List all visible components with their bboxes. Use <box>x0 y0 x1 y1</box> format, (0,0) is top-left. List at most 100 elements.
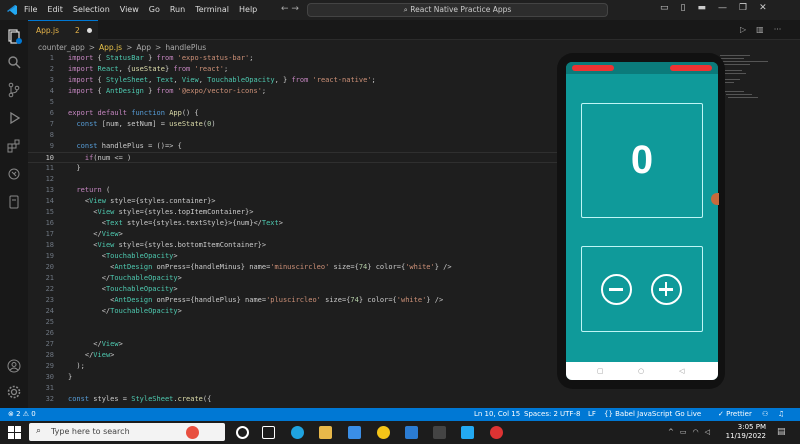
code-line[interactable]: 10 if(num <= ) <box>28 152 568 163</box>
unsaved-dot-icon[interactable] <box>87 28 92 33</box>
menu-go[interactable]: Go <box>149 5 160 14</box>
back-arrow-icon[interactable]: ← <box>281 4 289 14</box>
code-line[interactable]: 11 } <box>28 163 568 174</box>
remote-explorer-icon[interactable] <box>6 166 22 182</box>
tray-wifi-icon[interactable]: ◠ <box>693 428 699 436</box>
chrome-icon[interactable] <box>377 426 390 439</box>
vscode-taskbar-icon[interactable] <box>461 426 474 439</box>
accounts-icon[interactable]: ⚇ <box>762 410 768 418</box>
breadcrumb-file[interactable]: App.js <box>99 43 122 52</box>
tab-app-js[interactable]: App.js 2 <box>28 20 98 40</box>
cortana-icon[interactable] <box>236 426 249 439</box>
menu-edit[interactable]: Edit <box>47 5 63 14</box>
prettier[interactable]: ✓ Prettier <box>718 410 752 418</box>
notifications-bell-icon[interactable]: ♫ <box>778 410 784 418</box>
end-of-line[interactable]: LF <box>588 410 596 418</box>
search-icon[interactable] <box>6 54 22 70</box>
code-line[interactable]: 29 ); <box>28 361 568 372</box>
menu-file[interactable]: File <box>24 5 37 14</box>
menu-run[interactable]: Run <box>170 5 185 14</box>
code-line[interactable]: 9 const handlePlus = ()=> { <box>28 141 568 152</box>
code-line[interactable]: 1 import { StatusBar } from 'expo-status-… <box>28 53 568 64</box>
testing-icon[interactable] <box>6 194 22 210</box>
minimap[interactable] <box>720 53 790 113</box>
settings-gear-icon[interactable] <box>6 384 22 400</box>
edge-icon[interactable] <box>291 426 304 439</box>
windows-start-icon[interactable] <box>8 426 21 439</box>
go-live[interactable]: Go Live <box>675 410 701 418</box>
code-line[interactable]: 13 return ( <box>28 185 568 196</box>
code-line[interactable]: 24 </TouchableOpacity> <box>28 306 568 317</box>
code-line[interactable]: 27 </View> <box>28 339 568 350</box>
command-center[interactable]: ⌕ React Native Practice Apps <box>307 3 608 17</box>
close-icon[interactable]: ✕ <box>759 3 767 13</box>
tray-volume-icon[interactable]: ◁ <box>705 428 710 436</box>
minus-circle-icon[interactable] <box>601 274 632 305</box>
code-line[interactable]: 20 <AntDesign onPress={handleMinus} name… <box>28 262 568 273</box>
minimize-icon[interactable]: — <box>718 3 727 13</box>
code-line[interactable]: 6 export default function App() { <box>28 108 568 119</box>
snipping-tool-icon[interactable] <box>433 426 446 439</box>
code-line[interactable]: 17 </View> <box>28 229 568 240</box>
panel-toggle-icon[interactable]: ▬ <box>697 3 706 13</box>
code-line[interactable]: 26 <box>28 328 568 339</box>
code-line[interactable]: 23 <AntDesign onPress={handlePlus} name=… <box>28 295 568 306</box>
sidebar-toggle-icon[interactable]: ▯ <box>681 3 686 13</box>
problems-indicator[interactable]: ⊗ 2 ⚠ 0 <box>8 410 36 418</box>
more-icon[interactable]: ··· <box>774 25 782 34</box>
code-line[interactable]: 18 <View style={styles.bottomItemContain… <box>28 240 568 251</box>
task-view-icon[interactable] <box>262 426 275 439</box>
source-control-icon[interactable] <box>6 82 22 98</box>
maximize-icon[interactable]: ❐ <box>739 3 747 13</box>
code-line[interactable]: 19 <TouchableOpacity> <box>28 251 568 262</box>
split-editor-icon[interactable]: ▥ <box>756 25 764 34</box>
code-line[interactable]: 15 <View style={styles.topItemContainer}… <box>28 207 568 218</box>
tray-up-arrow-icon[interactable]: ^ <box>668 428 674 436</box>
code-line[interactable]: 25 <box>28 317 568 328</box>
code-line[interactable]: 31 <box>28 383 568 394</box>
code-line[interactable]: 16 <Text style={styles.textStyle}>{num}<… <box>28 218 568 229</box>
nav-back-icon[interactable]: ◁ <box>679 367 684 375</box>
tray-network-icon[interactable]: ▭ <box>680 428 687 436</box>
code-line[interactable]: 7 const [num, setNum] = useState(0) <box>28 119 568 130</box>
forward-arrow-icon[interactable]: → <box>291 4 299 14</box>
recorder-icon[interactable] <box>490 426 503 439</box>
plus-circle-icon[interactable] <box>651 274 682 305</box>
menu-help[interactable]: Help <box>239 5 257 14</box>
encoding[interactable]: UTF-8 <box>560 410 580 418</box>
explorer-icon[interactable] <box>6 28 22 44</box>
run-debug-icon[interactable] <box>6 110 22 126</box>
emulator-side-handle[interactable] <box>711 193 719 205</box>
nav-recents-icon[interactable]: ▢ <box>597 367 604 375</box>
code-editor[interactable]: 1 import { StatusBar } from 'expo-status-… <box>28 53 568 408</box>
word-icon[interactable] <box>405 426 418 439</box>
language-mode[interactable]: {} Babel JavaScript <box>604 410 672 418</box>
layout-icon[interactable]: ▭ <box>660 3 669 13</box>
code-line[interactable]: 3 import { StyleSheet, Text, View, Toucha… <box>28 75 568 86</box>
nav-home-icon[interactable]: ○ <box>638 367 644 375</box>
run-icon[interactable]: ▷ <box>740 25 746 34</box>
breadcrumb-symbol[interactable]: handlePlus <box>165 43 206 52</box>
menu-view[interactable]: View <box>120 5 139 14</box>
cursor-position[interactable]: Ln 10, Col 15 <box>474 410 520 418</box>
code-line[interactable]: 32 const styles = StyleSheet.create({ <box>28 394 568 405</box>
menu-terminal[interactable]: Terminal <box>195 5 229 14</box>
code-line[interactable]: 12 <box>28 174 568 185</box>
account-icon[interactable] <box>6 358 22 374</box>
code-line[interactable]: 8 <box>28 130 568 141</box>
menu-selection[interactable]: Selection <box>73 5 110 14</box>
extensions-icon[interactable] <box>6 138 22 154</box>
taskbar-clock[interactable]: 3:05 PM 11/19/2022 <box>722 423 766 441</box>
code-line[interactable]: 2 import React, {useState} from 'react'; <box>28 64 568 75</box>
code-line[interactable]: 22 <TouchableOpacity> <box>28 284 568 295</box>
file-explorer-icon[interactable] <box>319 426 332 439</box>
indentation[interactable]: Spaces: 2 <box>524 410 558 418</box>
notification-center-icon[interactable]: ▤ <box>777 427 786 437</box>
code-line[interactable]: 14 <View style={styles.container}> <box>28 196 568 207</box>
code-line[interactable]: 30} <box>28 372 568 383</box>
breadcrumb-function[interactable]: App <box>136 43 151 52</box>
code-line[interactable]: 5 <box>28 97 568 108</box>
breadcrumb-folder[interactable]: counter_app <box>38 43 85 52</box>
code-line[interactable]: 4 import { AntDesign } from '@expo/vector… <box>28 86 568 97</box>
store-icon[interactable] <box>348 426 361 439</box>
